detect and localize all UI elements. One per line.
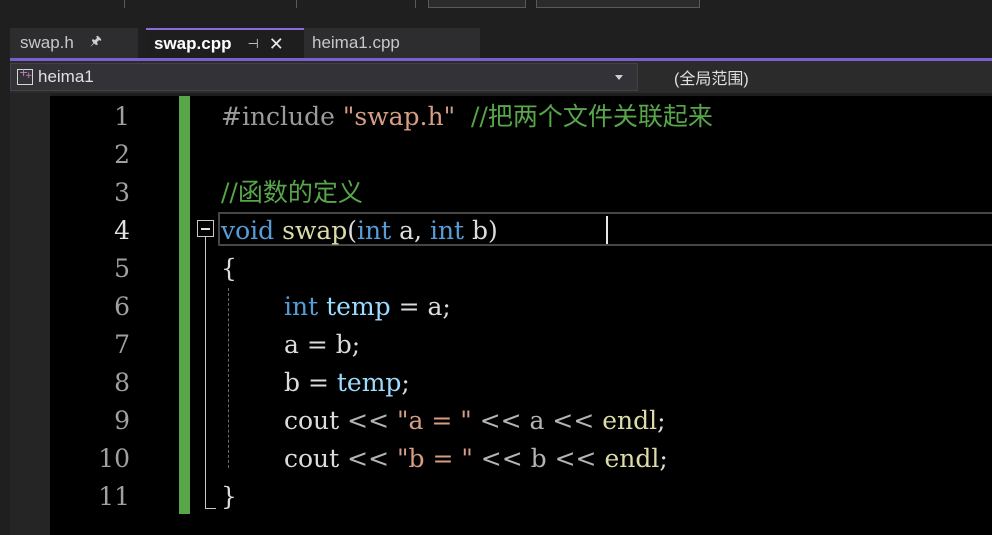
code-text: a = b; xyxy=(284,330,361,359)
code-text: ( xyxy=(347,216,358,245)
function-name: endl xyxy=(602,406,658,435)
code-line-6[interactable]: int temp = a; xyxy=(284,288,451,326)
toolbar-dropdown[interactable] xyxy=(428,0,526,8)
line-number: 8 xyxy=(114,368,130,397)
indent-guide xyxy=(228,288,229,468)
keyword: int xyxy=(284,292,319,321)
tab-swap-h[interactable]: swap.h 🖈 xyxy=(10,28,138,58)
project-label: heima1 xyxy=(38,67,94,86)
toolbar-strip xyxy=(0,0,992,28)
code-line-9[interactable]: cout << "a = " << a << endl; xyxy=(284,402,666,440)
keyword: void xyxy=(221,216,275,245)
string-literal: "a = " xyxy=(397,406,472,435)
brace: { xyxy=(221,254,237,283)
line-number: 5 xyxy=(114,254,130,283)
operator: << b << xyxy=(472,444,605,473)
preprocessor-directive: #include xyxy=(221,102,343,131)
tab-label: heima1.cpp xyxy=(312,33,400,52)
ide-window: swap.h 🖈 swap.cpp ⊣ ✕ heima1.cpp heima1 … xyxy=(0,0,992,535)
code-line-7[interactable]: a = b; xyxy=(284,326,360,364)
operator: << xyxy=(339,406,397,435)
pin-icon[interactable]: ⊣ xyxy=(247,36,258,52)
line-number-current: 4 xyxy=(114,216,130,245)
line-number: 7 xyxy=(114,330,130,359)
tab-label: swap.h xyxy=(20,33,74,52)
string-literal: "b = " xyxy=(397,444,473,473)
code-text: ; xyxy=(657,406,666,435)
line-number: 11 xyxy=(98,482,130,511)
outline-line-end xyxy=(205,508,216,509)
line-number: 1 xyxy=(114,102,130,131)
scope-label: (全局范围) xyxy=(674,71,749,88)
chevron-down-icon[interactable] xyxy=(615,75,623,80)
include-path: "swap.h" xyxy=(342,102,456,131)
keyword: int xyxy=(429,216,465,245)
code-line-4[interactable]: void swap(int a, int b) xyxy=(221,212,498,250)
toolbar-separator xyxy=(415,0,416,8)
code-comment: //函数的定义 xyxy=(221,178,363,207)
line-number: 6 xyxy=(114,292,130,321)
code-text: a, xyxy=(391,216,430,245)
line-number: 10 xyxy=(98,444,130,473)
toolbar-separator xyxy=(296,0,297,8)
operator: << a << xyxy=(471,406,603,435)
code-line-10[interactable]: cout << "b = " << b << endl; xyxy=(284,440,668,478)
code-text: ; xyxy=(659,444,668,473)
code-line-8[interactable]: b = temp; xyxy=(284,364,410,402)
text-caret xyxy=(606,216,608,244)
brace: } xyxy=(221,482,237,511)
pin-icon[interactable]: 🖈 xyxy=(90,32,102,54)
keyword: int xyxy=(357,216,392,245)
identifier: cout xyxy=(284,406,340,435)
code-text: b) xyxy=(464,216,498,245)
tab-swap-cpp[interactable]: swap.cpp ⊣ ✕ xyxy=(146,28,304,58)
outline-line xyxy=(205,237,206,509)
operator: << xyxy=(339,444,397,473)
line-number: 3 xyxy=(114,178,130,207)
code-text: b = xyxy=(284,368,337,397)
function-name: endl xyxy=(604,444,660,473)
indicator-margin xyxy=(10,93,50,535)
code-text: = a; xyxy=(390,292,451,321)
toolbar-separator xyxy=(124,0,125,8)
collapse-icon[interactable] xyxy=(197,220,214,237)
code-line-5[interactable]: { xyxy=(221,250,237,288)
variable: temp xyxy=(336,368,402,397)
toolbar-dropdown[interactable] xyxy=(536,0,700,8)
function-name: swap xyxy=(282,216,348,245)
change-tracking-bar xyxy=(179,96,190,514)
variable: temp xyxy=(326,292,391,321)
code-line-1[interactable]: #include "swap.h" //把两个文件关联起来 xyxy=(221,98,713,136)
line-number: 2 xyxy=(114,140,130,169)
tab-heima1-cpp[interactable]: heima1.cpp xyxy=(304,28,480,58)
scope-dropdown[interactable]: (全局范围) xyxy=(646,63,992,91)
code-comment: //把两个文件关联起来 xyxy=(455,102,713,131)
project-icon xyxy=(17,66,33,85)
tab-bar: swap.h 🖈 swap.cpp ⊣ ✕ heima1.cpp xyxy=(0,28,992,58)
line-number: 9 xyxy=(114,406,130,435)
code-text: ; xyxy=(401,368,410,397)
code-line-11[interactable]: } xyxy=(221,478,237,516)
navigation-bar: heima1 (全局范围) xyxy=(10,61,992,93)
tab-label: swap.cpp xyxy=(154,34,232,53)
close-icon[interactable]: ✕ xyxy=(269,34,284,55)
identifier: cout xyxy=(284,444,340,473)
code-line-3[interactable]: //函数的定义 xyxy=(221,174,363,212)
project-dropdown[interactable]: heima1 xyxy=(10,63,638,91)
